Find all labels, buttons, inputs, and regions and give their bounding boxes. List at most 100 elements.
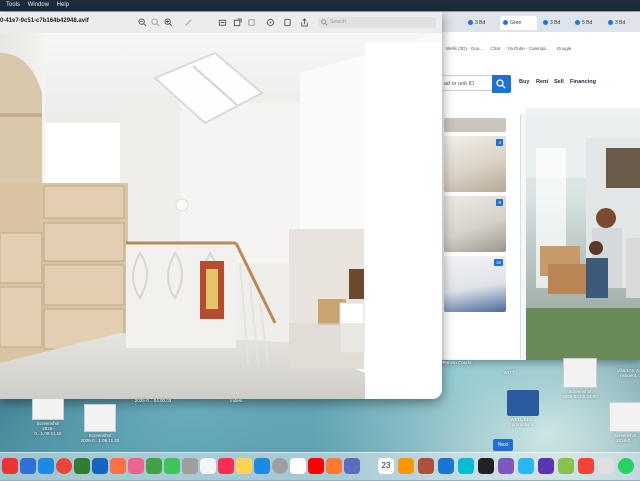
hero-image-family-moving-boxes — [526, 108, 640, 360]
bookmark-item[interactable]: Chat — [490, 46, 500, 51]
menu-window[interactable]: Window — [28, 2, 49, 8]
listing-photo[interactable]: 6 — [444, 196, 506, 252]
notes-icon[interactable] — [236, 458, 252, 474]
listing-panel: 4 6 10 Next — [440, 114, 521, 451]
dock-app-icon[interactable] — [538, 458, 554, 474]
browser-window: 3 Bd Gree 3 Bd 5 Bd 3 Bd Wells (3D) - Go… — [440, 12, 640, 451]
screenshot-thumbnail-icon — [32, 398, 64, 420]
nav-rent[interactable]: Rent — [536, 79, 548, 85]
bookmark-item[interactable]: YouTube - Calenda... — [507, 46, 549, 51]
desktop-file-label[interactable]: 2026-0... 04.00.03 — [128, 398, 178, 403]
favicon-icon — [543, 20, 548, 26]
dock-app-icon[interactable] — [38, 458, 54, 474]
preview-search-field[interactable]: Search — [318, 17, 436, 28]
dock-app-icon[interactable] — [438, 458, 454, 474]
listing-photo[interactable]: 4 — [444, 136, 506, 192]
preview-toolbar: 0-41e7-9c51-c7b164b42948.avif Search — [0, 12, 442, 34]
preview-window: 0-41e7-9c51-c7b164b42948.avif Search — [0, 12, 442, 399]
zoom-to-fit-icon[interactable] — [164, 18, 173, 27]
bookmarks-bar: Wells (3D) - Goo... Chat YouTube - Calen… — [440, 42, 640, 57]
terminal-icon[interactable] — [478, 458, 494, 474]
favicon-icon — [608, 20, 613, 26]
youtube-icon[interactable] — [308, 458, 324, 474]
share-upload-icon[interactable] — [300, 18, 309, 27]
dock-app-icon[interactable] — [344, 458, 360, 474]
browser-tab[interactable]: 3 Bd — [605, 16, 638, 30]
menu-bar: Tools Window Help — [0, 0, 640, 11]
next-button[interactable]: Next — [493, 439, 513, 451]
zoom-out-icon[interactable] — [138, 18, 147, 27]
desktop-file-label[interactable]: Pomon Condo — [440, 360, 474, 365]
browser-tab[interactable]: 3 Bd — [465, 16, 498, 30]
gmail-icon[interactable] — [290, 458, 306, 474]
site-search-button[interactable] — [492, 75, 511, 93]
markup-pen-icon[interactable] — [184, 18, 193, 27]
photos-icon[interactable] — [128, 458, 144, 474]
chrome-icon[interactable] — [56, 458, 72, 474]
url-bar[interactable] — [440, 32, 640, 42]
bookmark-item[interactable]: Wells (3D) - Goo... — [446, 46, 483, 51]
messages-icon[interactable] — [164, 458, 180, 474]
bookmark-item[interactable]: Google — [557, 46, 572, 51]
app-store-icon[interactable] — [254, 458, 270, 474]
menu-tools[interactable]: Tools — [6, 2, 20, 8]
dock-app-icon[interactable] — [418, 458, 434, 474]
desktop-folder[interactable]: WELL BEC - promotions — [500, 390, 546, 427]
favicon-icon — [575, 20, 580, 26]
contacts-icon[interactable] — [182, 458, 198, 474]
favicon-icon — [468, 20, 473, 26]
zoom-in-icon[interactable] — [151, 18, 160, 27]
search-icon — [321, 19, 328, 26]
menu-help[interactable]: Help — [57, 2, 69, 8]
desktop-file-label[interactable]: Indesi... — [226, 398, 250, 403]
nav-financing[interactable]: Financing — [570, 79, 596, 85]
photo-count-badge: 6 — [496, 199, 503, 206]
desktop-file-screenshot[interactable]: Screenshot 2026-0...1.09.11.16 — [30, 398, 66, 436]
desktop-file-screenshot[interactable]: Screenshot 2026-0... — [608, 402, 640, 443]
annotate-icon[interactable] — [266, 18, 275, 27]
favicon-icon — [503, 20, 508, 26]
crop-icon[interactable] — [247, 18, 256, 27]
dock-app-icon[interactable] — [2, 458, 18, 474]
desktop-file-document[interactable]: villa 174, A... resident... — [612, 368, 640, 378]
canva-icon[interactable] — [458, 458, 474, 474]
share-icon[interactable] — [218, 18, 227, 27]
facetime-icon[interactable] — [146, 458, 162, 474]
folder-icon — [507, 390, 539, 416]
dock-app-icon[interactable] — [326, 458, 342, 474]
system-settings-icon[interactable] — [272, 458, 288, 474]
photo-count-badge: 4 — [496, 139, 503, 146]
screenshot-thumbnail-icon — [563, 358, 597, 388]
browser-tab[interactable]: 5 Bd — [572, 16, 605, 30]
browser-tab[interactable]: 3 Bd — [540, 16, 573, 30]
vlc-icon[interactable] — [398, 458, 414, 474]
site-search-input[interactable]: ad or unit ID — [440, 75, 492, 91]
dock: 23 — [0, 452, 640, 481]
dock-app-icon[interactable] — [578, 458, 594, 474]
desktop-folder[interactable]: WITT — [494, 370, 524, 375]
browser-tab-active[interactable]: Gree — [500, 16, 537, 30]
dock-app-icon[interactable] — [92, 458, 108, 474]
whatsapp-icon[interactable] — [618, 458, 634, 474]
window-icon[interactable] — [233, 18, 242, 27]
browser-tab-strip: 3 Bd Gree 3 Bd 5 Bd 3 Bd — [440, 12, 640, 32]
dock-app-icon[interactable] — [518, 458, 534, 474]
listing-photo[interactable]: 10 — [444, 256, 506, 312]
nav-buy[interactable]: Buy — [519, 79, 529, 85]
dock-app-icon[interactable] — [110, 458, 126, 474]
photo-count-badge: 10 — [493, 259, 503, 266]
dock-app-icon[interactable] — [598, 458, 614, 474]
nav-sell[interactable]: Sell — [554, 79, 564, 85]
desktop-file-screenshot[interactable]: Screenshot 2026-0...09.43.00 — [558, 358, 602, 399]
rotate-icon[interactable] — [283, 18, 292, 27]
calendar-icon[interactable]: 23 — [378, 458, 394, 474]
desktop-file-screenshot[interactable]: Screenshot 2026-0...1.09.11.22 — [80, 404, 120, 443]
dock-app-icon[interactable] — [74, 458, 90, 474]
document-title: 0-41e7-9c51-c7b164b42948.avif — [0, 18, 89, 24]
dock-app-icon[interactable] — [558, 458, 574, 474]
dock-app-icon[interactable] — [498, 458, 514, 474]
listing-photo[interactable] — [444, 118, 506, 132]
music-icon[interactable] — [218, 458, 234, 474]
reminders-icon[interactable] — [200, 458, 216, 474]
dock-app-icon[interactable] — [20, 458, 36, 474]
